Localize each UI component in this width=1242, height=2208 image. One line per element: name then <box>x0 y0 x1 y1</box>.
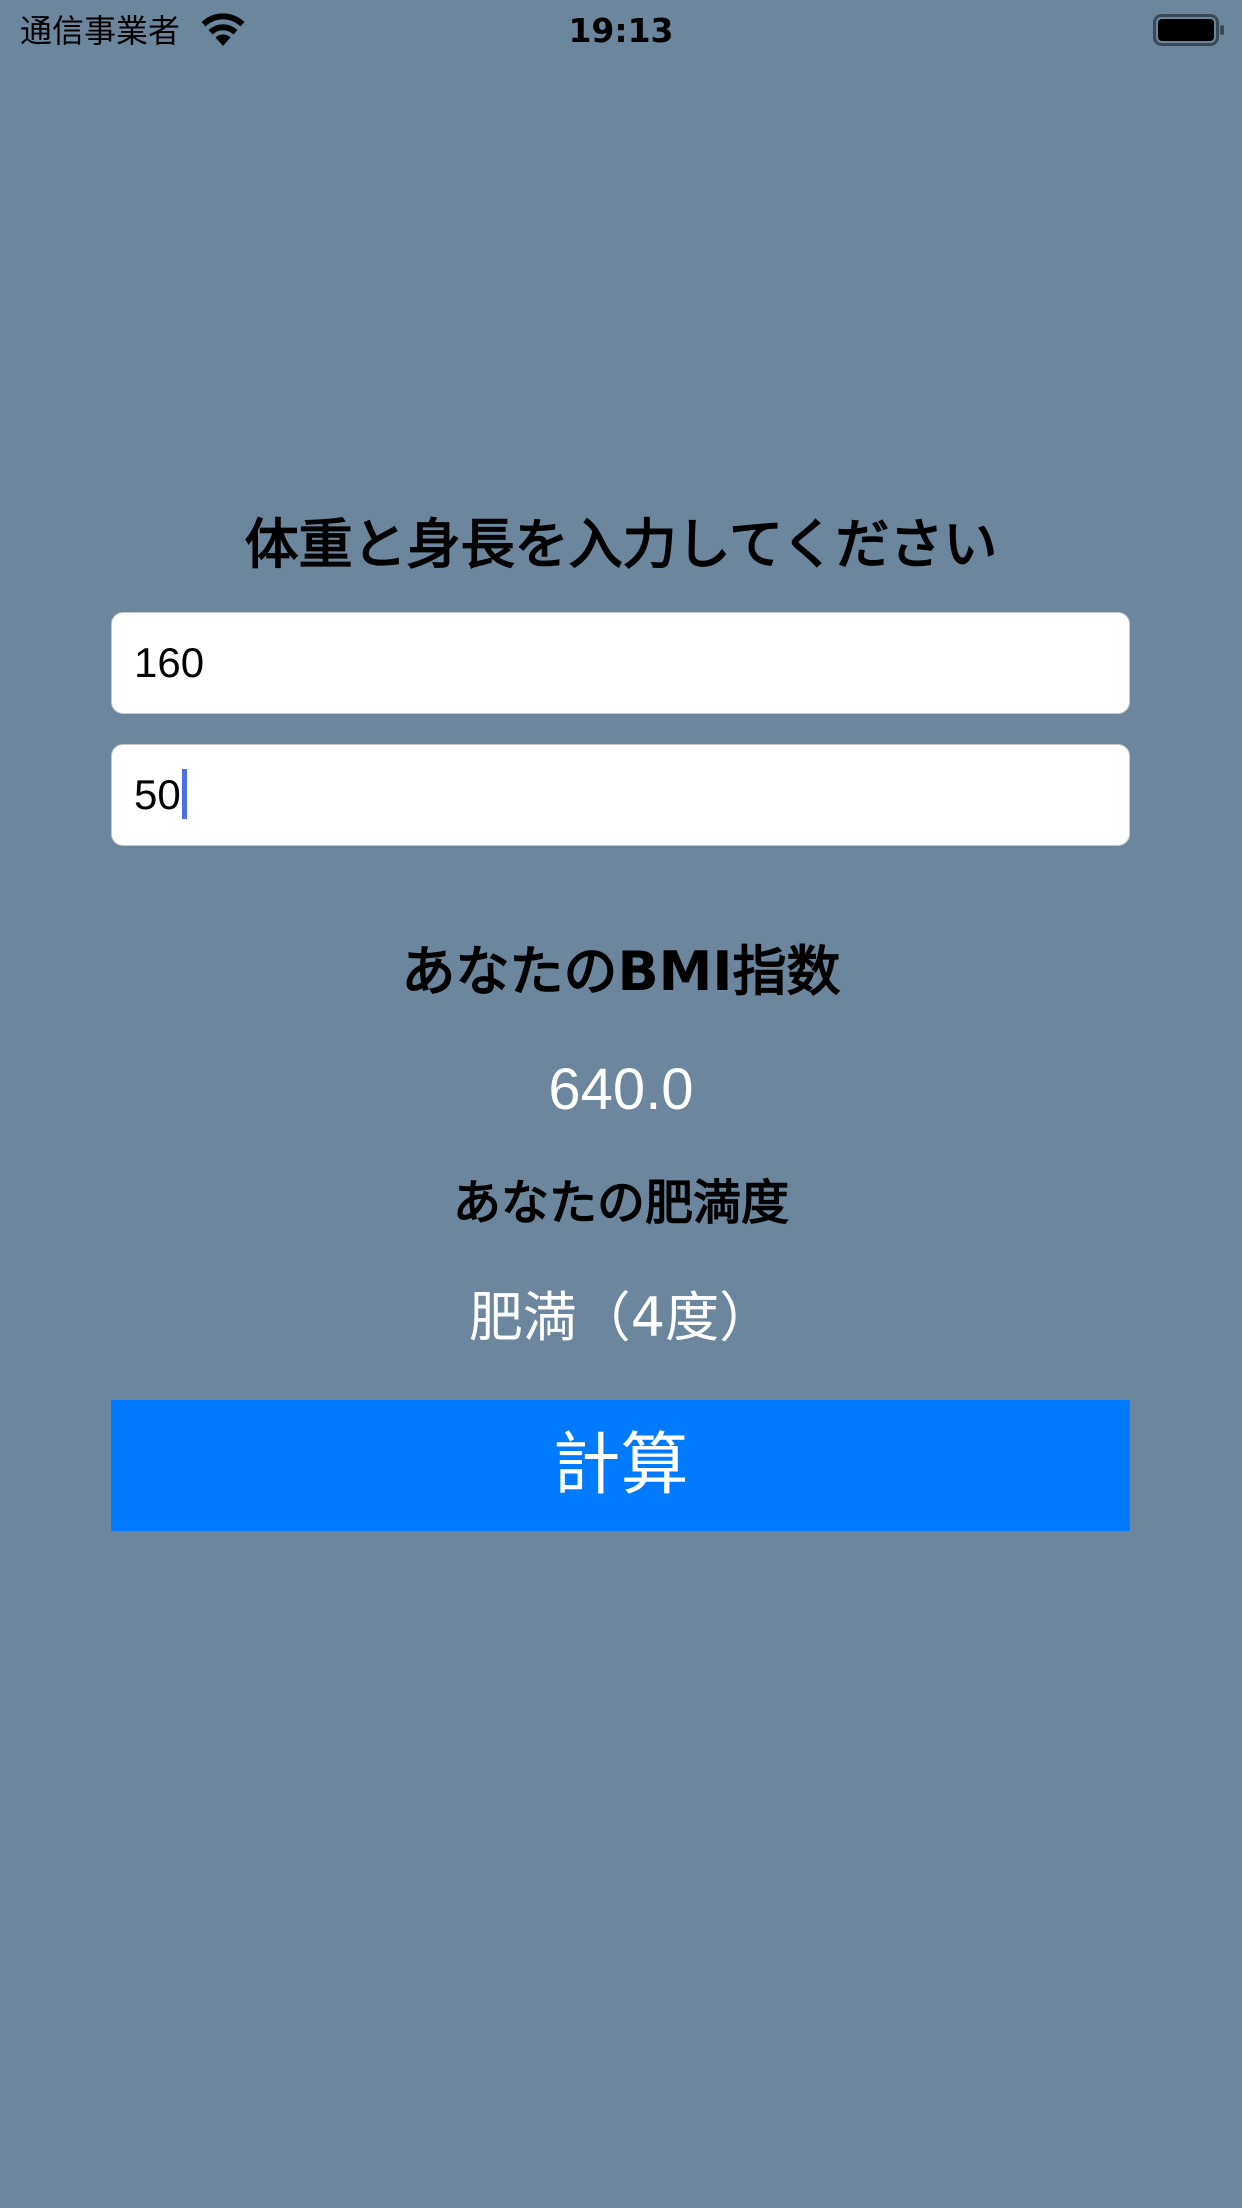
bmi-value: 640.0 <box>548 1057 694 1122</box>
obesity-label: あなたの肥満度 <box>452 1175 789 1231</box>
height-input-value: 160 <box>134 639 205 686</box>
status-bar: 通信事業者 19:13 <box>0 0 1242 62</box>
bmi-label: あなたのBMI指数 <box>401 940 841 1003</box>
height-input[interactable]: 160 <box>111 612 1130 714</box>
weight-input-value: 50 <box>134 771 181 818</box>
weight-input[interactable]: 50 <box>111 744 1130 846</box>
input-prompt: 体重と身長を入力してください <box>244 513 998 576</box>
obesity-value: 肥満（4度） <box>468 1286 774 1349</box>
text-cursor <box>181 768 187 819</box>
battery-icon <box>1153 14 1224 46</box>
calculate-button[interactable]: 計算 <box>111 1400 1130 1531</box>
clock: 19:13 <box>568 11 674 50</box>
